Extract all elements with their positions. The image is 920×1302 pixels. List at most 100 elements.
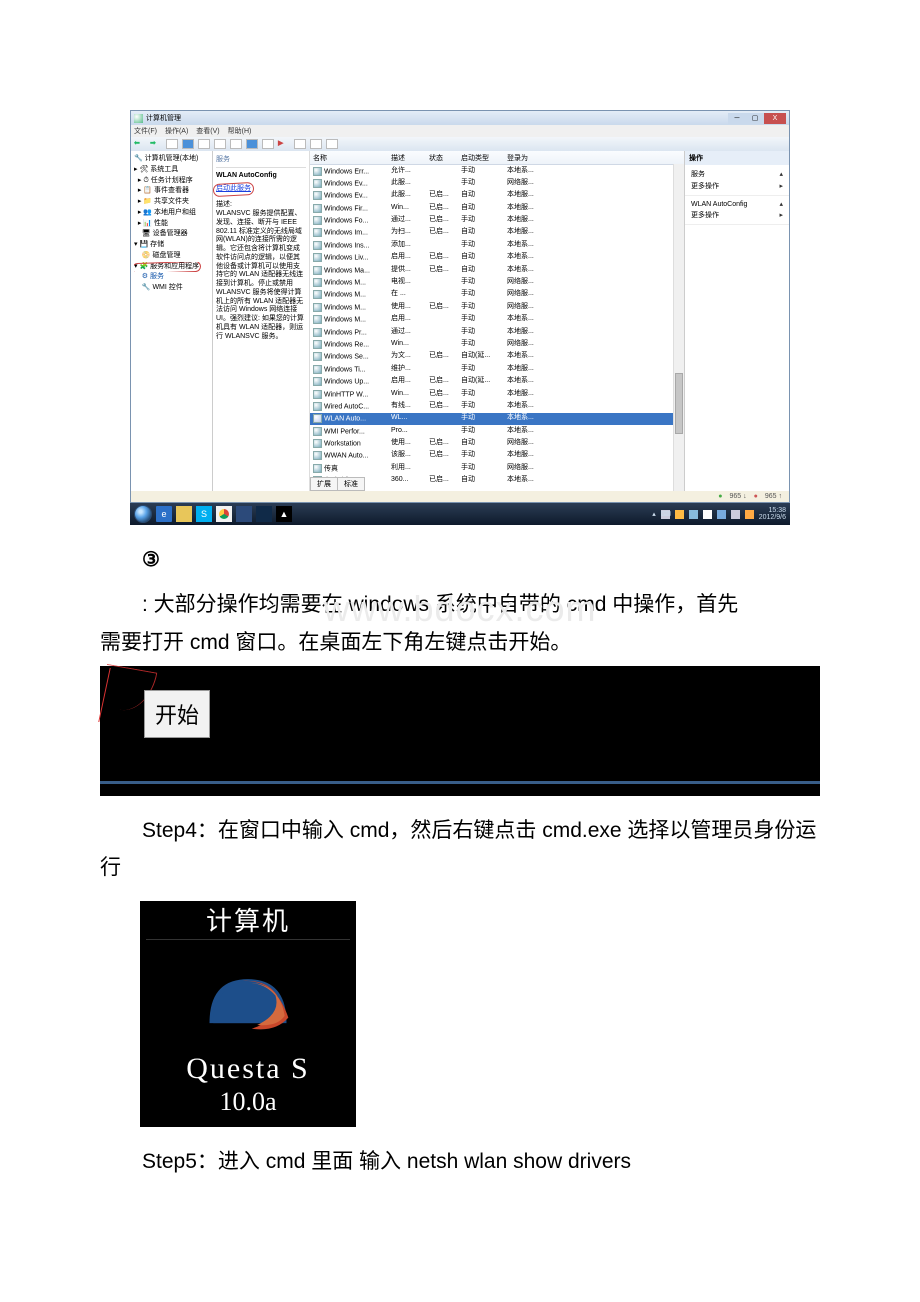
table-row[interactable]: Windows M...启用...手动本地系... bbox=[310, 314, 684, 326]
table-row[interactable]: 传真利用...手动网络服... bbox=[310, 462, 684, 474]
table-row[interactable]: WLAN Auto...WL...手动本地系... bbox=[310, 413, 684, 425]
toolbar-icon[interactable] bbox=[262, 139, 274, 149]
toolbar-restart-icon[interactable] bbox=[326, 139, 338, 149]
tree-system-tools[interactable]: ▸ 🛠 系统工具 bbox=[134, 165, 209, 176]
table-row[interactable]: Windows Fir...Win...已启...自动本地服... bbox=[310, 202, 684, 214]
services-table[interactable]: 名称 描述 状态 启动类型 登录为 Windows Err...允许...手动本… bbox=[310, 151, 684, 491]
window-minimize-button[interactable]: ─ bbox=[728, 113, 746, 124]
col-desc[interactable]: 描述 bbox=[388, 151, 426, 164]
toolbar-icon[interactable] bbox=[230, 139, 242, 149]
tray-expand-icon[interactable]: ▴ bbox=[652, 510, 656, 518]
tree-services[interactable]: ⚙ 服务 bbox=[134, 272, 209, 283]
table-row[interactable]: Windows Ma...提供...已启...自动本地系... bbox=[310, 264, 684, 276]
tree-performance[interactable]: ▸ 📊 性能 bbox=[134, 219, 209, 230]
toolbar-pause-icon[interactable] bbox=[310, 139, 322, 149]
taskbar-skype-icon[interactable]: S bbox=[196, 506, 212, 522]
start-orb[interactable] bbox=[134, 505, 152, 523]
tree-local-users[interactable]: ▸ 👥 本地用户和组 bbox=[134, 208, 209, 219]
app-icon bbox=[134, 114, 143, 123]
tree-wmi[interactable]: 🔧 WMI 控件 bbox=[134, 283, 209, 294]
table-row[interactable]: Windows Ti...维护...手动本地服... bbox=[310, 363, 684, 375]
taskbar-ie-icon[interactable]: e bbox=[156, 506, 172, 522]
tab-extended[interactable]: 扩展 bbox=[310, 477, 338, 491]
col-startup[interactable]: 启动类型 bbox=[458, 151, 504, 164]
tray-icon[interactable] bbox=[703, 510, 712, 519]
table-row[interactable]: Windows Re...Win...手动网络服... bbox=[310, 338, 684, 350]
tab-standard[interactable]: 标准 bbox=[337, 477, 365, 491]
table-row[interactable]: WWAN Auto...该服...已启...手动本地服... bbox=[310, 450, 684, 462]
toolbar-stop-icon[interactable] bbox=[294, 139, 306, 149]
taskbar: e S ▲ ▴ ⌨ 15:38 2012/9/6 bbox=[130, 503, 790, 525]
forward-button[interactable]: ➡ bbox=[150, 139, 162, 149]
menu-action[interactable]: 操作(A) bbox=[165, 126, 188, 136]
back-button[interactable]: ⬅ bbox=[134, 139, 146, 149]
tray-flag-icon[interactable] bbox=[745, 510, 754, 519]
taskbar-cmd-icon[interactable]: ▲ bbox=[276, 506, 292, 522]
table-row[interactable]: Wired AutoC...有线...已启...手动本地系... bbox=[310, 400, 684, 412]
tray-icon[interactable] bbox=[689, 510, 698, 519]
table-row[interactable]: Workstation使用...已启...自动网络服... bbox=[310, 438, 684, 450]
tree-event-viewer[interactable]: ▸ 📋 事件查看器 bbox=[134, 186, 209, 197]
tree-disk-management[interactable]: 📀 磁盘管理 bbox=[134, 251, 209, 262]
questa-title: 计算机 bbox=[140, 901, 356, 937]
actions-more[interactable]: 更多操作 bbox=[691, 181, 719, 191]
actions-services[interactable]: 服务 bbox=[691, 169, 705, 179]
view-tabs: 扩展 标准 bbox=[310, 477, 364, 491]
menu-bar: 文件(F) 操作(A) 查看(V) 帮助(H) bbox=[131, 125, 789, 137]
tree-task-scheduler[interactable]: ▸ ⏱ 任务计划程序 bbox=[134, 176, 209, 187]
window-close-button[interactable]: X bbox=[764, 113, 786, 124]
menu-file[interactable]: 文件(F) bbox=[134, 126, 157, 136]
start-service-link[interactable]: 启动此服务 bbox=[216, 185, 251, 194]
questa-image: 计算机 Questa S 10.0a bbox=[140, 901, 356, 1127]
tray-icon[interactable] bbox=[675, 510, 684, 519]
taskbar-app-icon[interactable] bbox=[236, 506, 252, 522]
toolbar-icon[interactable] bbox=[246, 139, 258, 149]
col-status[interactable]: 状态 bbox=[426, 151, 458, 164]
table-row[interactable]: 主动防御360...已启...自动本地系... bbox=[310, 475, 684, 487]
taskbar-clock[interactable]: 15:38 2012/9/6 bbox=[759, 507, 786, 521]
tree-shared-folders[interactable]: ▸ 📁 共享文件夹 bbox=[134, 197, 209, 208]
table-row[interactable]: Windows Im...为扫...已启...自动本地服... bbox=[310, 227, 684, 239]
tray-icon[interactable]: ⌨ bbox=[661, 510, 670, 519]
col-name[interactable]: 名称 bbox=[310, 151, 388, 164]
table-row[interactable]: Windows Pr...通过...手动本地服... bbox=[310, 326, 684, 338]
table-row[interactable]: Windows M...电视...手动网络服... bbox=[310, 277, 684, 289]
table-row[interactable]: Windows Liv...启用...已启...自动本地系... bbox=[310, 252, 684, 264]
tray-network-icon[interactable] bbox=[717, 510, 726, 519]
toolbar-icon[interactable] bbox=[198, 139, 210, 149]
menu-view[interactable]: 查看(V) bbox=[196, 126, 219, 136]
toolbar-icon[interactable] bbox=[214, 139, 226, 149]
tree-services-apps[interactable]: ▾ 🧩 服务和应用程序 bbox=[134, 262, 209, 273]
taskbar-explorer-icon[interactable] bbox=[176, 506, 192, 522]
table-scrollbar[interactable] bbox=[673, 164, 684, 491]
collapse-icon[interactable]: ▴ bbox=[779, 200, 783, 208]
table-row[interactable]: Windows Ev...此服...已启...自动本地服... bbox=[310, 190, 684, 202]
table-row[interactable]: Windows Ev...此服...手动网络服... bbox=[310, 177, 684, 189]
taskbar-app2-icon[interactable] bbox=[256, 506, 272, 522]
window-maximize-button[interactable]: ▢ bbox=[746, 113, 764, 124]
col-logon[interactable]: 登录为 bbox=[504, 151, 550, 164]
tree-storage[interactable]: ▾ 💾 存储 bbox=[134, 240, 209, 251]
table-row[interactable]: Windows Se...为文...已启...自动(延...本地系... bbox=[310, 351, 684, 363]
step-number-3: ③ bbox=[142, 547, 820, 572]
table-row[interactable]: WinHTTP W...Win...已启...手动本地服... bbox=[310, 388, 684, 400]
table-row[interactable]: Windows M...在 ...手动网络服... bbox=[310, 289, 684, 301]
toolbar-icon[interactable] bbox=[182, 139, 194, 149]
table-row[interactable]: WMI Perfor...Pro...手动本地系... bbox=[310, 425, 684, 437]
table-row[interactable]: Windows Up...启用...已启...自动(延...本地系... bbox=[310, 376, 684, 388]
tree-root[interactable]: 🔧 计算机管理(本地) bbox=[134, 154, 209, 165]
up-icon[interactable] bbox=[166, 139, 178, 149]
table-row[interactable]: Windows Err...允许...手动本地系... bbox=[310, 165, 684, 177]
tree-device-manager[interactable]: 🖥 设备管理器 bbox=[134, 229, 209, 240]
taskbar-chrome-icon[interactable] bbox=[216, 506, 232, 522]
actions-more-2[interactable]: 更多操作 bbox=[691, 210, 719, 220]
table-row[interactable]: Windows Ins...添加...手动本地系... bbox=[310, 239, 684, 251]
table-row[interactable]: Windows M...使用...已启...手动网络服... bbox=[310, 301, 684, 313]
menu-help[interactable]: 帮助(H) bbox=[228, 126, 252, 136]
collapse-icon[interactable]: ▴ bbox=[779, 170, 783, 178]
left-tree[interactable]: 🔧 计算机管理(本地) ▸ 🛠 系统工具 ▸ ⏱ 任务计划程序 ▸ 📋 事件查看… bbox=[131, 151, 213, 491]
table-row[interactable]: Windows Fo...通过...已启...手动本地服... bbox=[310, 215, 684, 227]
actions-item[interactable]: WLAN AutoConfig bbox=[691, 201, 747, 208]
toolbar-play-icon[interactable]: ▶ bbox=[278, 139, 290, 149]
tray-volume-icon[interactable] bbox=[731, 510, 740, 519]
